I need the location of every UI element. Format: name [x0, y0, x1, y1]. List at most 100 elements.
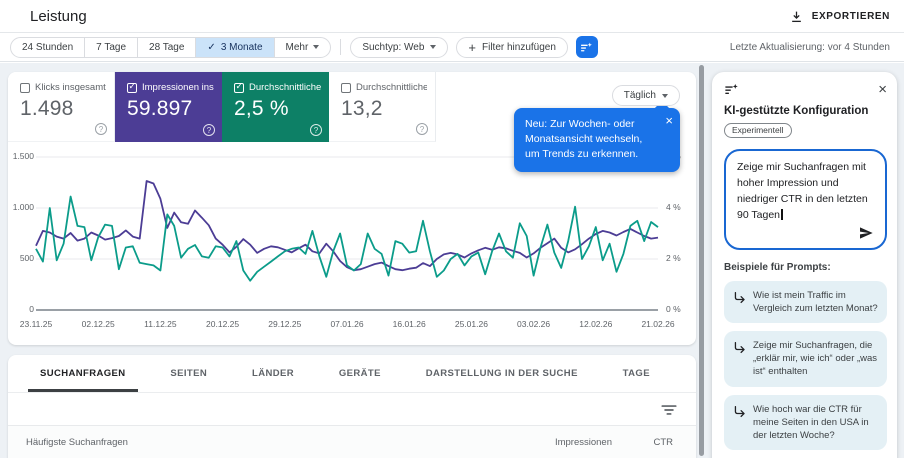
export-button[interactable]: EXPORTIEREN — [790, 10, 890, 23]
send-icon[interactable] — [858, 225, 874, 241]
x-axis-tick: 11.12.25 — [144, 319, 177, 329]
subdirectory-arrow-icon — [733, 291, 746, 304]
x-axis-tick: 02.12.25 — [81, 319, 115, 329]
metric-card-impressionen-ins-[interactable]: Impressionen ins… 59.897? — [115, 72, 222, 142]
ai-sparkle-filter-icon — [580, 41, 593, 54]
y-axis-tick-right: 0 % — [666, 304, 681, 314]
metric-card-durchschnittliche-[interactable]: Durchschnittliche … 2,5 %? — [222, 72, 329, 142]
ai-prompt-input[interactable]: Zeige mir Suchanfragen mit hoher Impress… — [724, 149, 887, 250]
tab-seiten[interactable]: SEITEN — [158, 355, 219, 392]
example-prompt-text: Wie hoch war die CTR für meine Seiten in… — [753, 403, 869, 441]
checked-checkbox[interactable] — [234, 82, 244, 93]
experimental-badge: Experimentell — [724, 123, 792, 138]
column-header-ctr[interactable]: CTR — [612, 437, 673, 448]
tab-label: TAGE — [622, 368, 650, 379]
x-axis-tick: 12.02.26 — [579, 319, 613, 329]
metric-card-label: Durchschnittliche … — [249, 82, 321, 93]
download-icon — [790, 10, 803, 23]
x-axis-tick: 20.12.25 — [206, 319, 240, 329]
last-update-text: Letzte Aktualisierung: vor 4 Stunden — [729, 41, 890, 53]
metric-card-value: 2,5 % — [234, 97, 289, 120]
ai-panel-title: KI-gestützte Konfiguration — [724, 105, 869, 117]
metric-card-durchschnittliche-[interactable]: Durchschnittliche … 13,2? — [329, 72, 436, 142]
help-icon[interactable]: ? — [416, 123, 428, 135]
add-filter-label: Filter hinzufügen — [481, 41, 556, 53]
granularity-label: Täglich — [623, 90, 656, 101]
y-axis-tick-left: 0 — [29, 304, 34, 314]
metric-cards: Klicks insgesamt 1.498? Impressionen ins… 5… — [8, 72, 436, 142]
metric-card-value: 1.498 — [20, 97, 74, 120]
add-filter-chip[interactable]: + Filter hinzufügen — [456, 36, 568, 58]
y-axis-tick-right: 2 % — [666, 253, 681, 263]
x-axis-tick: 07.01.26 — [330, 319, 364, 329]
ai-filter-button[interactable] — [575, 36, 598, 58]
date-range-3-monate[interactable]: ✓ 3 Monate — [195, 36, 275, 58]
x-axis-tick: 16.01.26 — [392, 319, 426, 329]
ai-panel-header: × — [724, 82, 887, 97]
example-prompts: Wie ist mein Traffic im Vergleich zum le… — [724, 281, 887, 450]
y-axis-tick-right: 4 % — [666, 202, 681, 212]
filter-toolbar: 24 Stunden 7 Tage 28 Tage ✓ 3 Monate Mehr Suc… — [0, 33, 904, 62]
chevron-down-icon — [662, 93, 668, 98]
example-prompt-1[interactable]: Wie ist mein Traffic im Vergleich zum le… — [724, 281, 887, 324]
callout-close-icon[interactable]: × — [665, 114, 673, 127]
date-range-label: 7 Tage — [96, 41, 127, 53]
column-header-queries[interactable]: Häufigste Suchanfragen — [26, 437, 555, 448]
example-prompt-3[interactable]: Wie hoch war die CTR für meine Seiten in… — [724, 394, 887, 450]
date-range-mehr[interactable]: Mehr — [273, 36, 332, 58]
performance-chart-svg — [35, 156, 659, 311]
metric-card-klicks-insgesamt[interactable]: Klicks insgesamt 1.498? — [8, 72, 115, 142]
ai-prompt-text: Zeige mir Suchanfragen mit hoher Impress… — [737, 161, 868, 222]
tab-länder[interactable]: LÄNDER — [240, 355, 306, 392]
tab-label: SEITEN — [170, 368, 208, 379]
checked-checkbox[interactable] — [127, 82, 137, 93]
date-range-label: 3 Monate — [220, 41, 263, 53]
tab-label: SUCHANFRAGEN — [40, 368, 126, 379]
example-prompt-2[interactable]: Zeige mir Suchanfragen, die „erklär mir,… — [724, 331, 887, 387]
x-axis-tick: 29.12.25 — [268, 319, 302, 329]
search-type-chip[interactable]: Suchtyp: Web — [350, 36, 449, 58]
date-range-group: 24 Stunden 7 Tage 28 Tage ✓ 3 Monate Mehr — [10, 36, 332, 58]
tab-label: GERÄTE — [338, 368, 381, 379]
column-header-impressions[interactable]: Impressionen — [555, 437, 612, 448]
chevron-down-icon — [430, 45, 437, 49]
x-axis-tick: 21.02.26 — [641, 319, 675, 329]
chevron-down-icon — [313, 45, 320, 49]
example-prompt-text: Zeige mir Suchanfragen, die „erklär mir,… — [753, 340, 878, 378]
granularity-dropdown[interactable]: Täglich — [611, 85, 680, 106]
main-content: Klicks insgesamt 1.498? Impressionen ins… 5… — [0, 63, 904, 458]
page-header: Leistung EXPORTIEREN — [0, 0, 904, 33]
tab-tage[interactable]: TAGE — [611, 355, 662, 392]
date-range-7-tage[interactable]: 7 Tage — [84, 36, 139, 58]
help-icon[interactable]: ? — [95, 123, 107, 135]
date-range-label: 24 Stunden — [22, 41, 74, 53]
unchecked-checkbox[interactable] — [20, 82, 30, 93]
metric-card-label: Klicks insgesamt — [35, 82, 106, 93]
metric-card-value: 13,2 — [341, 97, 383, 120]
date-range-24-stunden[interactable]: 24 Stunden — [10, 36, 86, 58]
metric-card-label-row: Impressionen ins… — [127, 82, 214, 93]
close-icon[interactable]: × — [878, 82, 887, 97]
tab-suchanfragen[interactable]: SUCHANFRAGEN — [28, 355, 138, 392]
content-scrollbar[interactable] — [698, 65, 705, 456]
table-filter-icon[interactable] — [660, 401, 678, 419]
x-axis-tick: 25.01.26 — [454, 319, 488, 329]
page-title: Leistung — [30, 7, 87, 25]
help-icon[interactable]: ? — [310, 124, 322, 136]
tab-darstellung-in-der-suche[interactable]: DARSTELLUNG IN DER SUCHE — [414, 355, 590, 392]
table-header-row: Häufigste Suchanfragen Impressionen CTR — [8, 426, 696, 458]
x-axis-tick: 23.11.25 — [19, 319, 53, 329]
check-icon: ✓ — [207, 41, 216, 53]
help-icon[interactable]: ? — [203, 124, 215, 136]
metric-card-label-row: Klicks insgesamt — [20, 82, 106, 93]
date-range-28-tage[interactable]: 28 Tage — [137, 36, 197, 58]
dimension-tabs: SUCHANFRAGEN SEITEN LÄNDER GERÄTE DARSTELLUN… — [8, 355, 696, 393]
unchecked-checkbox[interactable] — [341, 82, 351, 93]
tab-geräte[interactable]: GERÄTE — [327, 355, 393, 392]
tab-label: LÄNDER — [252, 368, 294, 379]
x-axis-tick: 03.02.26 — [517, 319, 551, 329]
scrollbar-thumb[interactable] — [699, 65, 704, 456]
performance-chart-card: Klicks insgesamt 1.498? Impressionen ins… 5… — [8, 72, 696, 345]
dimensions-table-card: SUCHANFRAGEN SEITEN LÄNDER GERÄTE DARSTELLUN… — [8, 355, 696, 458]
metric-card-label-row: Durchschnittliche … — [234, 82, 321, 93]
